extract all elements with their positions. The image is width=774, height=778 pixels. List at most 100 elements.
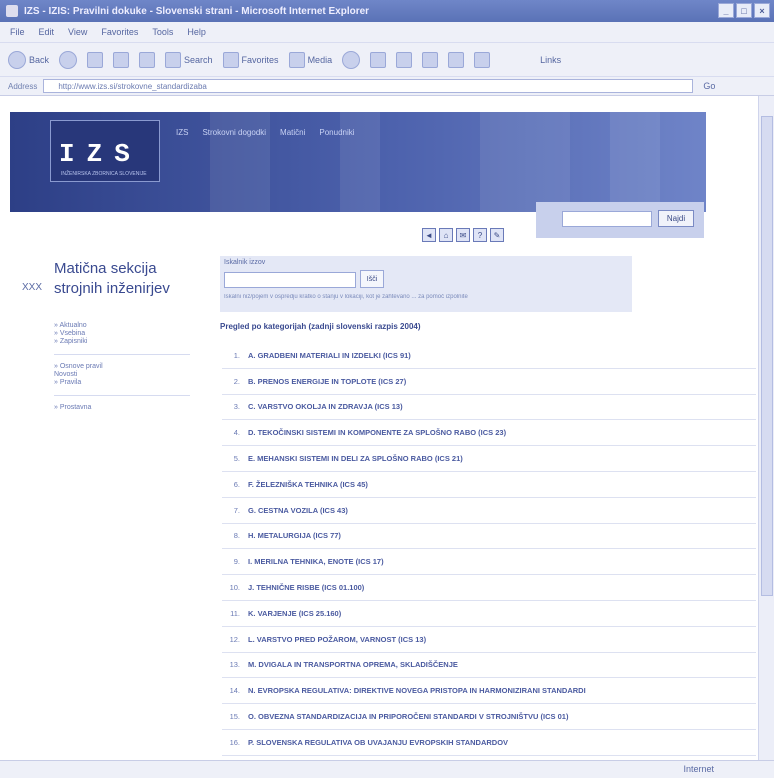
sidenav-item[interactable]: Novosti xyxy=(54,371,190,379)
list-item-link[interactable]: I. MERILNA TEHNIKA, ENOTE (ICS 17) xyxy=(248,557,384,566)
close-button[interactable]: × xyxy=(754,3,770,18)
search-panel-input[interactable] xyxy=(224,272,356,288)
menu-bar: File Edit View Favorites Tools Help xyxy=(0,22,774,42)
list-item[interactable]: 15. O. OBVEZNA STANDARDIZACIJA IN PRIPORO… xyxy=(222,704,756,730)
history-icon[interactable] xyxy=(342,50,361,69)
back-icon[interactable]: ◄ xyxy=(422,228,436,242)
mail-icon[interactable] xyxy=(370,51,387,68)
list-item[interactable]: 9. I. MERILNA TEHNIKA, ENOTE (ICS 17) xyxy=(222,549,756,576)
topnav-item[interactable]: Strokovni dogodki xyxy=(202,128,266,137)
vertical-scrollbar[interactable] xyxy=(758,96,774,760)
list-item[interactable]: 3. C. VARSTVO OKOLJA IN ZDRAVJA (ICS 13) xyxy=(222,395,756,421)
sidenav-item[interactable]: » Aktualno xyxy=(54,322,190,330)
list-item-number: 10. xyxy=(229,583,240,593)
list-item-link[interactable]: B. PRENOS ENERGIJE IN TOPLOTE (ICS 27) xyxy=(248,377,406,386)
star-icon xyxy=(222,51,239,68)
list-item-number: 16. xyxy=(229,737,240,747)
menu-view[interactable]: View xyxy=(68,27,87,37)
list-item[interactable]: 7. G. CESTNA VOZILA (ICS 43) xyxy=(222,498,756,524)
list-item[interactable]: 4. D. TEKOČINSKI SISTEMI IN KOMPONENTE ZA… xyxy=(222,420,756,447)
security-zone: Internet xyxy=(683,764,714,774)
list-item-link[interactable]: F. ŽELEZNIŠKA TEHNIKA (ICS 45) xyxy=(248,480,368,489)
menu-file[interactable]: File xyxy=(10,27,25,37)
search-button[interactable]: Search xyxy=(165,51,213,68)
menu-edit[interactable]: Edit xyxy=(39,27,55,37)
topnav-item[interactable]: IZS xyxy=(176,128,188,137)
search-label: Search xyxy=(184,54,213,65)
list-item[interactable]: 6. F. ŽELEZNIŠKA TEHNIKA (ICS 45) xyxy=(222,472,756,498)
back-arrow-icon xyxy=(8,50,26,69)
list-item-link[interactable]: M. DVIGALA IN TRANSPORTNA OPREMA, SKLADI… xyxy=(248,660,458,669)
address-bar: Address http://www.izs.si/strokovne_stan… xyxy=(0,76,774,96)
menu-tools[interactable]: Tools xyxy=(152,27,173,37)
topnav-item[interactable]: Matični xyxy=(280,128,305,137)
search-icon xyxy=(165,51,182,68)
minimize-button[interactable]: _ xyxy=(718,3,734,18)
list-item-link[interactable]: A. GRADBENI MATERIALI IN IZDELKI (ICS 91… xyxy=(248,351,411,360)
site-search-input[interactable] xyxy=(562,211,652,227)
list-item[interactable]: 1. A. GRADBENI MATERIALI IN IZDELKI (ICS … xyxy=(222,343,756,369)
list-item[interactable]: 11. K. VARJENJE (ICS 25.160) xyxy=(222,601,756,627)
list-item-number: 12. xyxy=(229,634,240,644)
list-item-link[interactable]: K. VARJENJE (ICS 25.160) xyxy=(248,609,341,618)
search-panel-label: Iskalnik izzov xyxy=(224,259,266,266)
list-item-link[interactable]: O. OBVEZNA STANDARDIZACIJA IN PRIPOROČEN… xyxy=(248,712,568,721)
sidenav-item[interactable]: » Prostavna xyxy=(54,404,190,412)
list-item[interactable]: 8. H. METALURGIJA (ICS 77) xyxy=(222,524,756,550)
list-item[interactable]: 5. E. MEHANSKI SISTEMI IN DELI ZA SPLOŠNO… xyxy=(222,446,756,472)
logo-subtitle: INŽENIRSKA ZBORNICA SLOVENIJE xyxy=(61,171,147,177)
list-item[interactable]: 16. P. SLOVENSKA REGULATIVA OB UVAJANJU E… xyxy=(222,730,756,756)
category-list: 1. A. GRADBENI MATERIALI IN IZDELKI (ICS … xyxy=(222,343,756,756)
list-item-link[interactable]: P. SLOVENSKA REGULATIVA OB UVAJANJU EVRO… xyxy=(248,738,508,747)
messenger-icon[interactable] xyxy=(474,51,491,68)
sidenav-item[interactable]: » Osnove pravil xyxy=(54,363,190,371)
edit-icon[interactable]: ✎ xyxy=(490,228,504,242)
search-panel-button[interactable]: Išči xyxy=(360,270,384,288)
xxx-label: XXX xyxy=(22,282,43,293)
list-item-number: 5. xyxy=(233,454,240,464)
menu-favorites[interactable]: Favorites xyxy=(101,27,138,37)
edit-icon[interactable] xyxy=(422,51,439,68)
list-item-link[interactable]: E. MEHANSKI SISTEMI IN DELI ZA SPLOŠNO R… xyxy=(248,454,463,463)
list-item-number: 8. xyxy=(233,531,240,541)
list-item-number: 6. xyxy=(233,479,240,489)
list-item-link[interactable]: G. CESTNA VOZILA (ICS 43) xyxy=(248,506,348,515)
list-item-link[interactable]: J. TEHNIČNE RISBE (ICS 01.100) xyxy=(248,583,364,592)
izs-logo[interactable]: IZS INŽENIRSKA ZBORNICA SLOVENIJE xyxy=(50,120,160,182)
list-item[interactable]: 2. B. PRENOS ENERGIJE IN TOPLOTE (ICS 27) xyxy=(222,369,756,395)
discuss-icon[interactable] xyxy=(448,51,465,68)
favorites-label: Favorites xyxy=(241,54,279,65)
list-item-link[interactable]: C. VARSTVO OKOLJA IN ZDRAVJA (ICS 13) xyxy=(248,402,403,411)
home-icon[interactable]: ⌂ xyxy=(439,228,453,242)
list-item[interactable]: 10. J. TEHNIČNE RISBE (ICS 01.100) xyxy=(222,575,756,601)
go-button[interactable]: Go xyxy=(703,81,715,91)
address-label: Address xyxy=(8,81,38,91)
mail-icon[interactable]: ✉ xyxy=(456,228,470,242)
topnav-item[interactable]: Ponudniki xyxy=(319,128,354,137)
address-input[interactable]: http://www.izs.si/strokovne_standardizab… xyxy=(43,79,694,93)
sidenav-item[interactable]: » Vsebina xyxy=(54,330,190,338)
help-icon[interactable]: ? xyxy=(473,228,487,242)
forward-arrow-icon[interactable] xyxy=(59,50,78,69)
list-item[interactable]: 13. M. DVIGALA IN TRANSPORTNA OPREMA, SKL… xyxy=(222,653,756,679)
sidenav-item[interactable]: » Zapisniki xyxy=(54,338,190,346)
list-item-link[interactable]: L. VARSTVO PRED POŽAROM, VARNOST (ICS 13… xyxy=(248,635,426,644)
home-icon[interactable] xyxy=(139,51,156,68)
favorites-button[interactable]: Favorites xyxy=(222,51,279,68)
site-search-button[interactable]: Najdi xyxy=(658,210,694,227)
list-item-link[interactable]: N. EVROPSKA REGULATIVA: DIREKTIVE NOVEGA… xyxy=(248,686,586,695)
links-label[interactable]: Links xyxy=(540,55,561,65)
back-button[interactable]: Back xyxy=(8,50,49,69)
scrollbar-thumb[interactable] xyxy=(761,116,773,596)
list-item[interactable]: 14. N. EVROPSKA REGULATIVA: DIREKTIVE NOV… xyxy=(222,678,756,705)
list-item-link[interactable]: D. TEKOČINSKI SISTEMI IN KOMPONENTE ZA S… xyxy=(248,428,506,437)
sidenav-item[interactable]: » Pravila xyxy=(54,379,190,387)
list-item-link[interactable]: H. METALURGIJA (ICS 77) xyxy=(248,531,341,540)
stop-icon[interactable] xyxy=(87,51,104,68)
list-item[interactable]: 12. L. VARSTVO PRED POŽAROM, VARNOST (ICS… xyxy=(222,627,756,653)
maximize-button[interactable]: □ xyxy=(736,3,752,18)
menu-help[interactable]: Help xyxy=(187,27,206,37)
refresh-icon[interactable] xyxy=(113,51,130,68)
media-button[interactable]: Media xyxy=(288,51,332,68)
print-icon[interactable] xyxy=(396,51,413,68)
